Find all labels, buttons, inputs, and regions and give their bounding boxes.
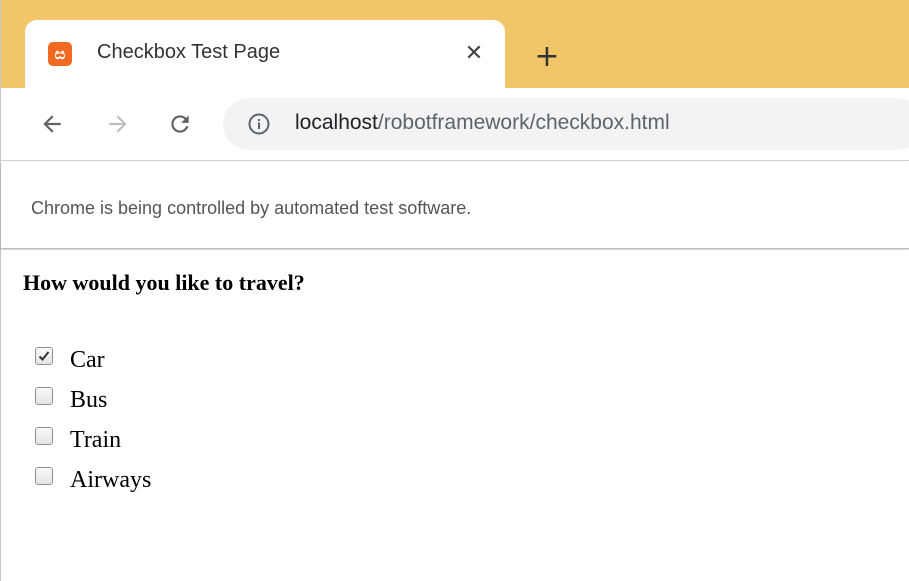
- arrow-left-icon: [43, 115, 61, 133]
- infobar-message: Chrome is being controlled by automated …: [31, 198, 472, 218]
- option-train[interactable]: Train: [35, 420, 121, 460]
- tab-title: Checkbox Test Page: [97, 41, 281, 63]
- option-car[interactable]: Car: [35, 340, 105, 380]
- reload-icon: [171, 115, 189, 133]
- url-text: localhost/robotframework/checkbox.html: [295, 111, 670, 135]
- reload-button[interactable]: [163, 107, 197, 141]
- tab-strip: ස Checkbox Test Page ✕ +: [1, 0, 909, 88]
- option-airways[interactable]: Airways: [35, 460, 151, 500]
- favicon-glyph: ස: [54, 44, 66, 63]
- page-content: How would you like to travel? Car Bus Tr…: [1, 250, 909, 581]
- checkbox-airways[interactable]: [35, 467, 53, 485]
- url-host: localhost: [295, 111, 378, 134]
- browser-window: ස Checkbox Test Page ✕ + localhost/robot…: [0, 0, 909, 581]
- close-tab-icon[interactable]: ✕: [461, 40, 487, 66]
- checkbox-bus[interactable]: [35, 387, 53, 405]
- option-label-car: Car: [70, 346, 105, 373]
- xampp-favicon-icon: ස: [48, 42, 72, 66]
- option-bus[interactable]: Bus: [35, 380, 107, 420]
- option-label-train: Train: [70, 426, 122, 453]
- page-heading: How would you like to travel?: [23, 270, 305, 295]
- plus-icon: +: [534, 38, 560, 74]
- option-label-airways: Airways: [70, 466, 152, 493]
- forward-button[interactable]: [101, 107, 135, 141]
- arrow-right-icon: [109, 115, 127, 133]
- checkmark-icon: [38, 351, 50, 361]
- automation-infobar: Chrome is being controlled by automated …: [1, 161, 909, 249]
- url-path: /robotframework/checkbox.html: [377, 111, 670, 134]
- close-tab-glyph: ✕: [464, 40, 484, 66]
- option-label-bus: Bus: [70, 386, 108, 413]
- checkbox-car[interactable]: [35, 347, 53, 365]
- address-bar[interactable]: localhost/robotframework/checkbox.html: [223, 98, 909, 150]
- tab-checkbox-test-page[interactable]: ස Checkbox Test Page ✕: [25, 20, 505, 88]
- browser-toolbar: localhost/robotframework/checkbox.html: [1, 88, 909, 161]
- back-button[interactable]: [35, 107, 69, 141]
- checkbox-train[interactable]: [35, 427, 53, 445]
- new-tab-button[interactable]: +: [531, 38, 563, 74]
- info-icon[interactable]: [247, 112, 271, 136]
